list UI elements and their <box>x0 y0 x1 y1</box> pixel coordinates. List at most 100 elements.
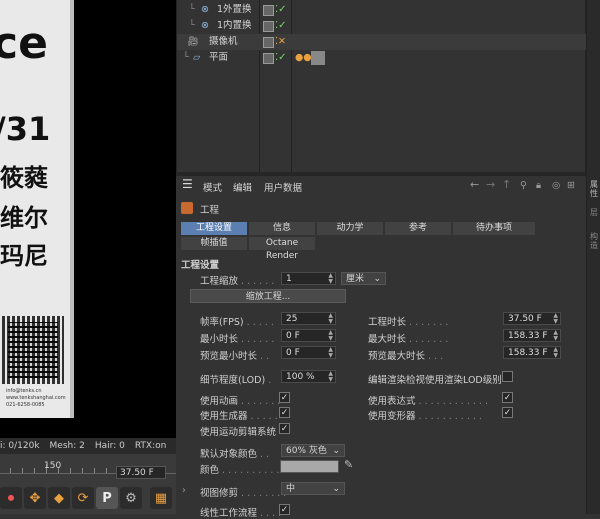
duration-label: 工程时长 . . . . . . . <box>368 317 449 328</box>
side-tab-structure[interactable]: 构造 <box>588 232 600 250</box>
poster-edge <box>70 0 74 418</box>
hair-count: Hair: 0 <box>94 441 125 451</box>
object-title: 工程 <box>200 205 220 216</box>
tab-todo[interactable]: 待办事项 <box>453 222 535 235</box>
scale-unit-dropdown[interactable]: 厘米 ⌄ <box>341 272 386 285</box>
tab-info[interactable]: 信息 <box>249 222 315 235</box>
poster-image: ce /31 筱蕤 维尔 玛尼 info@tenks.cn www.tenksh… <box>0 0 70 418</box>
p-key-icon[interactable]: P <box>96 487 118 509</box>
lock-icon[interactable]: 🔒︎ <box>536 180 541 191</box>
use-expression-checkbox[interactable]: ✓ <box>502 392 513 403</box>
viewport[interactable]: ce /31 筱蕤 维尔 玛尼 info@tenks.cn www.tenksh… <box>0 0 176 438</box>
duration-input[interactable]: 37.50 F ▲ ▼ <box>503 312 561 325</box>
object-row[interactable]: └ ⊗ 1外置换 ⁚✓ <box>177 2 587 18</box>
menu-user-data[interactable]: 用户数据 <box>264 180 302 194</box>
object-name[interactable]: 平面 <box>209 50 228 66</box>
use-generator-checkbox[interactable]: ✓ <box>279 407 290 418</box>
scale-project-button[interactable]: 缩放工程... <box>190 289 346 303</box>
fps-label: 帧率(FPS) . . . . . <box>200 317 274 328</box>
hamburger-icon[interactable]: ☰ <box>182 177 193 191</box>
object-row[interactable]: └ ▱ 平面 ⁚✓ ●● <box>177 50 587 66</box>
use-expression-label: 使用表达式 . . . . . . . . . . . . <box>368 396 488 407</box>
scale-input[interactable]: 1 ▲ ▼ <box>281 272 336 285</box>
side-tab-attributes[interactable]: 属性 <box>588 180 600 198</box>
new-window-icon[interactable]: ⊞ <box>567 180 575 191</box>
rtx-status: RTX:on <box>134 441 167 451</box>
material-tag-icon[interactable]: ●● <box>295 50 312 66</box>
settings-icon[interactable]: ⚙ <box>120 487 142 509</box>
preview-max-label: 预览最大时长 . . . <box>368 351 444 362</box>
qr-code-pattern <box>8 322 58 378</box>
poster-caption-2: www.tenkshanghai.com <box>6 395 66 401</box>
preview-max-input[interactable]: 158.33 F ▲ ▼ <box>503 346 561 359</box>
poster-big-text: ce <box>0 18 48 69</box>
film-icon[interactable]: ▦ <box>150 487 172 509</box>
attribute-menubar: ☰ 模式 编辑 用户数据 ← → ↑ ⚲ 🔒︎ ◎ ⊞ <box>176 177 586 195</box>
check-icon[interactable]: ⁚✓ <box>275 2 287 18</box>
mesh-count: Mesh: 2 <box>49 441 85 451</box>
up-arrow-icon[interactable]: ↑ <box>502 178 511 191</box>
poster-line-2: 维尔 <box>0 204 48 232</box>
check-icon[interactable]: ⁚✓ <box>275 50 287 66</box>
side-tab-layers[interactable]: 层 <box>588 208 600 217</box>
back-arrow-icon[interactable]: ← <box>470 178 479 191</box>
target-icon[interactable]: ◎ <box>552 180 560 191</box>
poster-caption-3: 021-6258-0085 <box>6 402 45 408</box>
color-swatch[interactable] <box>280 460 339 473</box>
move-icon[interactable]: ✥ <box>24 487 46 509</box>
preview-min-input[interactable]: 0 F ▲ ▼ <box>281 346 336 359</box>
view-clip-dropdown[interactable]: 中 ⌄ <box>281 482 345 495</box>
menu-mode[interactable]: 模式 <box>203 180 222 194</box>
max-time-label: 最大时长 . . . . . . . <box>368 334 449 345</box>
eyedropper-icon[interactable]: ✎ <box>344 458 353 471</box>
poster-line-3: 玛尼 <box>0 242 48 270</box>
menu-edit[interactable]: 编辑 <box>233 180 252 194</box>
key-icon[interactable]: ◆ <box>48 487 70 509</box>
lod-input[interactable]: 100 % ▲ ▼ <box>281 370 336 383</box>
tab-frame-interpolation[interactable]: 帧插值 <box>181 237 247 250</box>
fps-input[interactable]: 25 ▲ ▼ <box>281 312 336 325</box>
record-icon[interactable]: ⏺ <box>0 487 22 509</box>
forward-arrow-icon[interactable]: → <box>486 178 495 191</box>
use-generator-label: 使用生成器 . . . . . <box>200 411 278 422</box>
default-color-dropdown[interactable]: 60% 灰色 ⌄ <box>281 444 345 457</box>
tab-dynamics[interactable]: 动力学 <box>317 222 383 235</box>
tab-octane-render[interactable]: Octane Render <box>249 237 315 261</box>
use-motion-label: 使用运动剪辑系统 <box>200 427 277 438</box>
object-manager: └ ⊗ 1外置换 ⁚✓ └ ⊗ 1内置换 ⁚✓ 🎥︎ 摄像机 ⁚✕ └ ▱ 平面… <box>176 0 587 172</box>
object-name[interactable]: 1外置换 <box>217 2 252 18</box>
right-side-tabs: 属性 层 构造 <box>586 0 600 514</box>
tab-project-settings[interactable]: 工程设置 <box>181 222 247 235</box>
linear-workflow-checkbox[interactable]: ✓ <box>279 504 290 515</box>
use-animation-checkbox[interactable]: ✓ <box>279 392 290 403</box>
autokey-icon[interactable]: ⟳ <box>72 487 94 509</box>
search-icon[interactable]: ⚲ <box>520 180 527 191</box>
object-row[interactable]: └ ⊗ 1内置换 ⁚✓ <box>177 18 587 34</box>
camera-icon: 🎥︎ <box>187 36 200 47</box>
use-motion-checkbox[interactable]: ✓ <box>279 423 290 434</box>
use-deformer-label: 使用变形器 . . . . . . . . . . . <box>368 411 482 422</box>
lod-label: 细节程度(LOD) . <box>200 375 272 386</box>
min-time-label: 最小时长 . . . . . . <box>200 334 275 345</box>
collapse-arrow-icon[interactable]: › <box>182 485 186 496</box>
displacer-icon: ⊗ <box>201 20 209 31</box>
tag-icon[interactable]: ⁚✕ <box>275 34 286 50</box>
ruler-label: 150 <box>44 461 62 471</box>
use-animation-label: 使用动画 . . . . . . . <box>200 396 281 407</box>
render-lod-checkbox[interactable] <box>502 371 513 382</box>
render-lod-label: 编辑渲染检视使用渲染LOD级别 <box>368 375 502 386</box>
check-icon[interactable]: ⁚✓ <box>275 18 287 34</box>
color-label: 颜色 . . . . . . . . . . <box>200 465 280 476</box>
view-clip-label: 视图修剪 . . . . . . . . <box>200 488 287 499</box>
object-row[interactable]: 🎥︎ 摄像机 ⁚✕ <box>177 34 587 50</box>
max-time-input[interactable]: 158.33 F ▲ ▼ <box>503 329 561 342</box>
tab-reference[interactable]: 参考 <box>385 222 451 235</box>
texture-tag-icon[interactable] <box>311 51 325 65</box>
min-time-input[interactable]: 0 F ▲ ▼ <box>281 329 336 342</box>
viewport-status-bar: i: 0/120k Mesh: 2 Hair: 0 RTX:on <box>0 438 176 454</box>
object-name[interactable]: 1内置换 <box>217 18 252 34</box>
preview-min-label: 预览最小时长 . . <box>200 351 270 362</box>
current-frame-field[interactable]: 37.50 F <box>116 466 166 479</box>
object-name[interactable]: 摄像机 <box>209 34 238 50</box>
use-deformer-checkbox[interactable]: ✓ <box>502 407 513 418</box>
